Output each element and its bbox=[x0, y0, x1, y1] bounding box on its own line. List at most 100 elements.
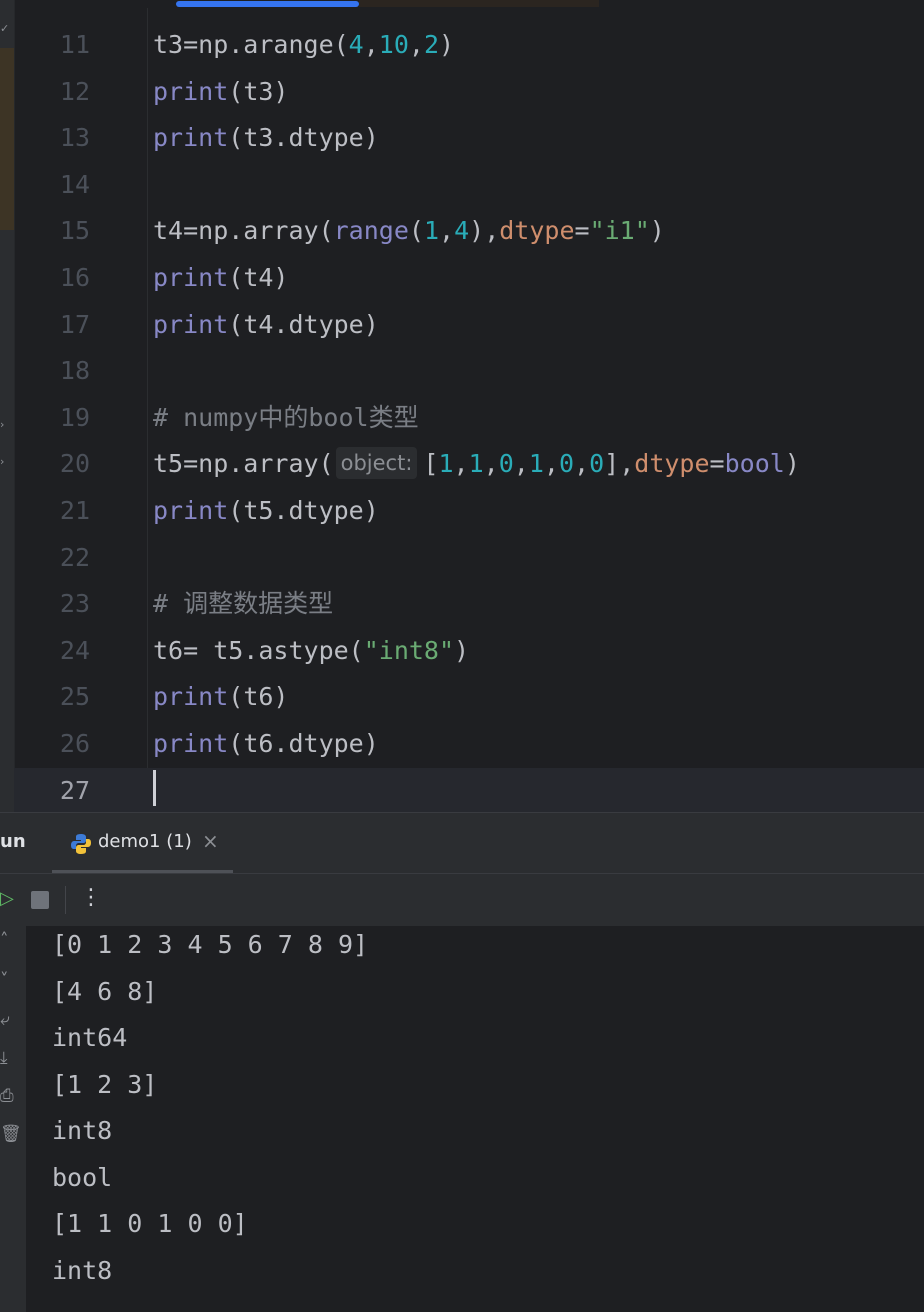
text-caret bbox=[153, 770, 156, 806]
more-vertical-icon[interactable]: ⋮ bbox=[80, 885, 102, 910]
line-number[interactable]: 12 bbox=[44, 69, 90, 115]
line-number[interactable]: 26 bbox=[44, 721, 90, 767]
line-number[interactable]: 24 bbox=[44, 628, 90, 674]
code-line[interactable]: 13 print(t3.dtype) bbox=[14, 115, 924, 161]
code-line[interactable]: 12 print(t3) bbox=[14, 69, 924, 115]
code-token: range bbox=[333, 216, 409, 246]
code-token: 4 bbox=[348, 30, 364, 59]
console-line: int8 bbox=[52, 1116, 113, 1145]
horizontal-scrollbar[interactable] bbox=[0, 0, 924, 8]
code-token: , bbox=[513, 449, 529, 479]
code-token: ) bbox=[439, 30, 455, 59]
code-line[interactable]: 11 t3=np.arange(4,10,2) bbox=[14, 22, 924, 68]
code-token: (t6) bbox=[228, 682, 289, 712]
code-line[interactable]: 24 t6= t5.astype("int8") bbox=[14, 628, 924, 674]
expand-icon[interactable]: › bbox=[0, 418, 14, 431]
console-output[interactable]: [0 1 2 3 4 5 6 7 8 9] [4 6 8] int64 [1 2 3]… bbox=[26, 926, 924, 1312]
rerun-icon[interactable]: ▷ bbox=[0, 888, 14, 909]
console-line: [1 2 3] bbox=[52, 1069, 158, 1099]
line-number[interactable]: 19 bbox=[44, 395, 90, 441]
line-number[interactable]: 22 bbox=[44, 535, 90, 581]
line-number[interactable]: 18 bbox=[44, 348, 90, 394]
code-line[interactable]: 23 # 调整数据类型 bbox=[14, 581, 924, 627]
console-line: bool bbox=[52, 1162, 113, 1192]
console-side-toolbar: ˄ ˅ ⤶ ⤓ ⎙ 🗑 bbox=[0, 926, 26, 1312]
run-toolbar: ▷ ⋮ bbox=[0, 874, 924, 927]
print-icon[interactable]: ⎙ bbox=[0, 1086, 14, 1106]
editor-left-strip: ✓ › › bbox=[0, 0, 15, 812]
code-token: (t4.dtype) bbox=[228, 309, 379, 339]
code-token: 1 bbox=[528, 449, 544, 479]
change-marker bbox=[0, 48, 14, 230]
code-line[interactable]: 17 print(t4.dtype) bbox=[14, 302, 924, 348]
code-line[interactable]: 18 bbox=[14, 348, 924, 394]
code-line[interactable]: 19 # numpy中的bool类型 bbox=[14, 395, 924, 441]
code-line[interactable]: 27 bbox=[14, 767, 924, 812]
scrollbar-thumb[interactable] bbox=[176, 1, 359, 7]
code-text: # numpy中的bool类型 bbox=[153, 395, 419, 441]
line-number[interactable]: 20 bbox=[44, 441, 90, 487]
soft-wrap-icon[interactable]: ⤶ bbox=[0, 1010, 14, 1030]
code-line[interactable]: 15 t4=np.array(range(1,4),dtype="i1") bbox=[14, 208, 924, 254]
code-editor[interactable]: ✓ › › 11 t3=np.arange(4,10,2) 12 print(t3) 1… bbox=[0, 0, 924, 812]
code-text: t3=np.arange(4,10,2) bbox=[153, 22, 454, 68]
code-line[interactable]: 25 print(t6) bbox=[14, 674, 924, 720]
line-number[interactable]: 11 bbox=[44, 22, 90, 68]
stop-icon[interactable] bbox=[31, 891, 49, 909]
active-tab-indicator bbox=[52, 870, 233, 873]
down-arrow-icon[interactable]: ˅ bbox=[0, 970, 14, 990]
line-number[interactable]: 27 bbox=[44, 768, 90, 812]
code-token: print bbox=[153, 682, 229, 712]
code-token: ) bbox=[649, 216, 665, 246]
code-token: print bbox=[153, 309, 229, 339]
code-text: t4=np.array(range(1,4),dtype="i1") bbox=[153, 208, 665, 254]
code-line[interactable]: 22 bbox=[14, 535, 924, 581]
code-token: (t3) bbox=[228, 76, 289, 106]
close-icon[interactable]: × bbox=[202, 829, 219, 853]
code-text: print(t4) bbox=[153, 255, 288, 301]
code-token: dtype bbox=[499, 216, 575, 246]
code-token: t6= t5.astype( bbox=[153, 635, 364, 665]
line-number[interactable]: 13 bbox=[44, 115, 90, 161]
line-number[interactable]: 21 bbox=[44, 488, 90, 534]
code-token: # numpy中的bool类型 bbox=[153, 402, 419, 432]
python-icon bbox=[71, 834, 91, 854]
code-text: print(t4.dtype) bbox=[153, 302, 379, 348]
checkmark-icon[interactable]: ✓ bbox=[0, 22, 14, 35]
code-line[interactable]: 21 print(t5.dtype) bbox=[14, 488, 924, 534]
run-panel-title[interactable]: un bbox=[0, 831, 26, 852]
code-token: , bbox=[363, 30, 379, 59]
code-token: 10 bbox=[378, 30, 409, 59]
code-token: # 调整数据类型 bbox=[153, 589, 334, 619]
code-token: ) bbox=[454, 635, 470, 665]
line-number[interactable]: 25 bbox=[44, 674, 90, 720]
code-text: t5=np.array(object: [1,1,0,1,0,0],dtype=b… bbox=[153, 441, 800, 487]
code-text: # 调整数据类型 bbox=[153, 581, 333, 627]
code-token: (t3.dtype) bbox=[228, 123, 379, 153]
code-line[interactable]: 20 t5=np.array(object: [1,1,0,1,0,0],dtype… bbox=[14, 441, 924, 487]
code-token: print bbox=[153, 729, 229, 758]
code-token: , bbox=[439, 216, 455, 246]
line-number[interactable]: 16 bbox=[44, 255, 90, 301]
code-token: t5=np.array( bbox=[153, 449, 334, 479]
console-line: [0 1 2 3 4 5 6 7 8 9] bbox=[52, 930, 369, 959]
code-line[interactable]: 26 print(t6.dtype) bbox=[14, 721, 924, 767]
scroll-to-end-icon[interactable]: ⤓ bbox=[0, 1048, 14, 1068]
line-number[interactable]: 17 bbox=[44, 302, 90, 348]
code-token: = bbox=[574, 216, 590, 246]
code-token: [ bbox=[423, 449, 439, 479]
code-line[interactable]: 16 print(t4) bbox=[14, 255, 924, 301]
code-line[interactable]: 14 bbox=[14, 162, 924, 208]
line-number[interactable]: 23 bbox=[44, 581, 90, 627]
line-number[interactable]: 15 bbox=[44, 208, 90, 254]
expand-icon[interactable]: › bbox=[0, 455, 14, 468]
run-tool-window: un demo1 (1) × ▷ ⋮ ˄ ˅ ⤶ ⤓ ⎙ 🗑 [0 1 2 3 … bbox=[0, 812, 924, 1312]
trash-icon[interactable]: 🗑 bbox=[0, 1124, 22, 1144]
code-text: print(t5.dtype) bbox=[153, 488, 379, 534]
line-number[interactable]: 14 bbox=[44, 162, 90, 208]
code-token: 2 bbox=[423, 30, 440, 59]
up-arrow-icon[interactable]: ˄ bbox=[0, 930, 14, 950]
tab-label[interactable]: demo1 (1) bbox=[98, 831, 192, 852]
code-token: print bbox=[153, 263, 229, 292]
code-token: "int8" bbox=[363, 635, 455, 665]
